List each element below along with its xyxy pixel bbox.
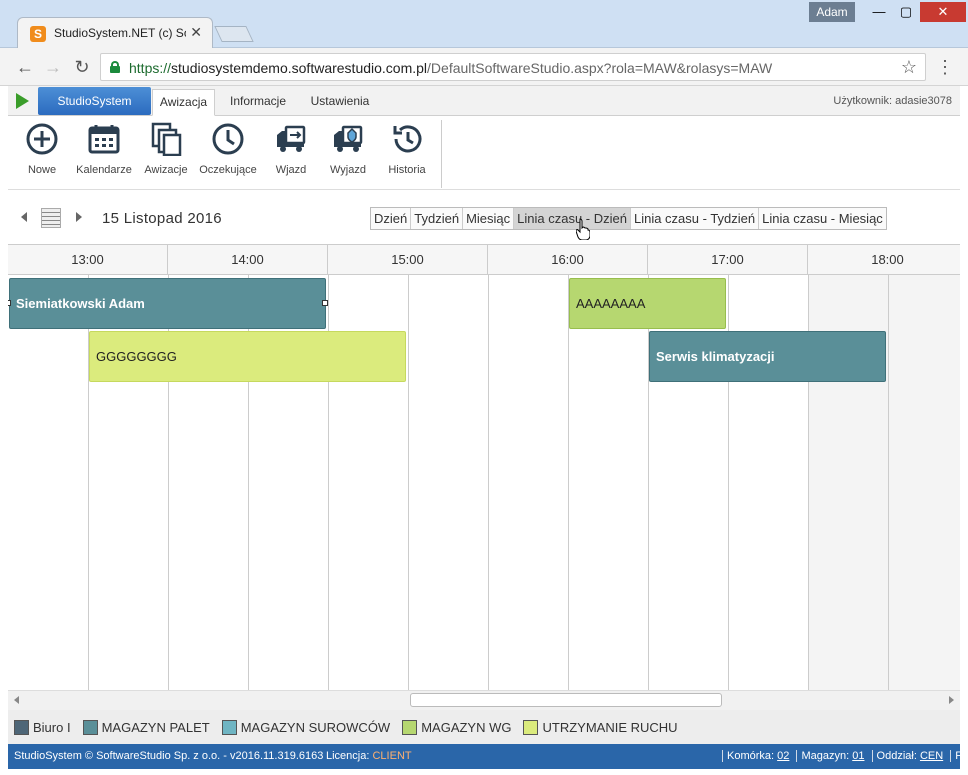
- event-serwis-klimatyzacji[interactable]: Serwis klimatyzacji: [649, 331, 886, 382]
- half-hour-gridline: [568, 275, 569, 690]
- clock-icon: [212, 123, 244, 155]
- view-switcher: Dzień Tydzień Miesiąc Linia czasu - Dzie…: [370, 207, 887, 230]
- timeline-grid: 13:00 14:00 15:00 16:00 17:00 18:00 Siem…: [8, 244, 960, 690]
- toolbar-separator: [441, 120, 442, 188]
- magazyn-link[interactable]: 01: [852, 750, 864, 762]
- copyright-text: StudioSystem © SoftwareStudio Sp. z o.o.…: [14, 750, 324, 762]
- hand-cursor-icon: [576, 218, 590, 240]
- play-icon[interactable]: [16, 93, 29, 109]
- view-timeline-month-button[interactable]: Linia czasu - Miesiąc: [759, 208, 886, 229]
- resize-handle-left[interactable]: [8, 300, 11, 306]
- brand-button[interactable]: StudioSystem: [38, 87, 151, 115]
- half-hour-gridline: [408, 275, 409, 690]
- lock-icon: [110, 61, 120, 73]
- legend: Biuro I MAGAZYN PALET MAGAZYN SUROWCÓW M…: [8, 710, 960, 744]
- license-info: Licencja: CLIENT: [326, 750, 412, 762]
- previous-day-icon[interactable]: [21, 212, 27, 222]
- truck-in-icon: [277, 125, 306, 152]
- calendar-icon: [88, 125, 120, 154]
- context-info: Komórka: 02 Magazyn: 01 Oddział: CEN Fir…: [718, 744, 968, 769]
- legend-item: MAGAZYN PALET: [82, 719, 210, 735]
- ribbon-toolbar: Nowe Kalendarze Awizacje Oczekujące Wjaz…: [8, 116, 960, 190]
- reload-icon[interactable]: ↻: [71, 56, 93, 78]
- url-text: https://studiosystemdemo.softwarestudio.…: [129, 60, 773, 76]
- hour-header: 16:00: [488, 245, 648, 275]
- app-nav: StudioSystem Awizacja Informacje Ustawie…: [8, 86, 960, 116]
- event-aaaaaaaa[interactable]: AAAAAAAA: [569, 278, 726, 329]
- browser-tab[interactable]: S StudioSystem.NET (c) Sof ✕: [17, 17, 213, 48]
- oddzial-link[interactable]: CEN: [920, 750, 943, 762]
- legend-item: UTRZYMANIE RUCHU: [523, 719, 678, 735]
- legend-swatch: [82, 719, 98, 735]
- back-arrow-icon[interactable]: ←: [14, 56, 36, 78]
- documents-icon: [151, 122, 182, 156]
- view-day-button[interactable]: Dzień: [371, 208, 412, 229]
- user-label: Użytkownik: adasie3078: [833, 95, 952, 107]
- exit-button[interactable]: Wyjazd: [329, 122, 367, 184]
- hour-header: 17:00: [648, 245, 808, 275]
- tab-close-icon[interactable]: ✕: [190, 24, 202, 41]
- view-timeline-day-button[interactable]: Linia czasu - Dzień: [514, 208, 631, 229]
- new-tab-button[interactable]: [214, 26, 254, 42]
- legend-item: MAGAZYN SUROWCÓW: [221, 719, 390, 735]
- bookmark-star-icon[interactable]: ☆: [901, 57, 917, 78]
- legend-item: Biuro I: [14, 719, 71, 735]
- hour-header: 13:00: [8, 245, 168, 275]
- legend-swatch: [221, 719, 237, 735]
- address-bar[interactable]: https://studiosystemdemo.softwarestudio.…: [100, 53, 926, 81]
- plus-circle-icon: [26, 123, 58, 155]
- legend-swatch: [402, 719, 418, 735]
- event-siemiatkowski[interactable]: Siemiatkowski Adam: [9, 278, 326, 329]
- komorka-link[interactable]: 02: [777, 750, 789, 762]
- minimize-icon[interactable]: —: [866, 2, 892, 22]
- history-icon: [393, 125, 422, 153]
- close-window-icon[interactable]: ✕: [920, 2, 966, 22]
- calendars-button[interactable]: Kalendarze: [74, 122, 134, 184]
- hour-header: 18:00: [808, 245, 960, 275]
- browser-titlebar: S StudioSystem.NET (c) Sof ✕ Adam — ▢ ✕: [0, 0, 968, 48]
- event-gggggggg[interactable]: GGGGGGGG: [89, 331, 406, 382]
- history-button[interactable]: Historia: [387, 122, 427, 184]
- hour-header: 14:00: [168, 245, 328, 275]
- legend-item: MAGAZYN WG: [402, 719, 511, 735]
- view-timeline-week-button[interactable]: Linia czasu - Tydzień: [631, 208, 760, 229]
- entry-button[interactable]: Wjazd: [272, 122, 310, 184]
- scroll-right-icon[interactable]: [949, 696, 954, 704]
- timeline-header: 13:00 14:00 15:00 16:00 17:00 18:00: [8, 245, 960, 275]
- studiosystem-favicon-icon: S: [30, 26, 46, 42]
- pending-button[interactable]: Oczekujące: [199, 122, 257, 184]
- new-button[interactable]: Nowe: [22, 122, 62, 184]
- next-day-icon[interactable]: [76, 212, 82, 222]
- legend-swatch: [14, 719, 29, 735]
- current-date: 15 Listopad 2016: [102, 210, 222, 227]
- status-bar: StudioSystem © SoftwareStudio Sp. z o.o.…: [8, 744, 968, 769]
- hour-gridline: [488, 275, 489, 690]
- half-hour-gridline: [888, 275, 889, 690]
- forward-arrow-icon[interactable]: →: [42, 56, 64, 78]
- maximize-icon[interactable]: ▢: [893, 2, 919, 22]
- view-week-button[interactable]: Tydzień: [411, 208, 464, 229]
- date-navigation: 15 Listopad 2016 Dzień Tydzień Miesiąc L…: [8, 190, 960, 244]
- horizontal-scrollbar[interactable]: [8, 690, 960, 710]
- browser-toolbar: ← → ↻ https://studiosystemdemo.softwares…: [0, 48, 968, 86]
- tab-informacje[interactable]: Informacje: [223, 89, 293, 116]
- tab-title: StudioSystem.NET (c) Sof: [54, 26, 186, 40]
- tab-ustawienia[interactable]: Ustawienia: [305, 89, 375, 116]
- scroll-thumb[interactable]: [410, 693, 722, 707]
- scroll-left-icon[interactable]: [14, 696, 19, 704]
- calendar-picker-icon[interactable]: [41, 208, 61, 228]
- profile-user-badge[interactable]: Adam: [809, 2, 855, 22]
- awizacje-button[interactable]: Awizacje: [143, 122, 189, 184]
- view-month-button[interactable]: Miesiąc: [463, 208, 515, 229]
- browser-menu-icon[interactable]: ⋮: [936, 56, 954, 78]
- resize-handle-right[interactable]: [322, 300, 328, 306]
- hour-header: 15:00: [328, 245, 488, 275]
- tab-awizacja[interactable]: Awizacja: [152, 89, 215, 116]
- legend-swatch: [523, 719, 539, 735]
- truck-out-icon: [334, 125, 363, 152]
